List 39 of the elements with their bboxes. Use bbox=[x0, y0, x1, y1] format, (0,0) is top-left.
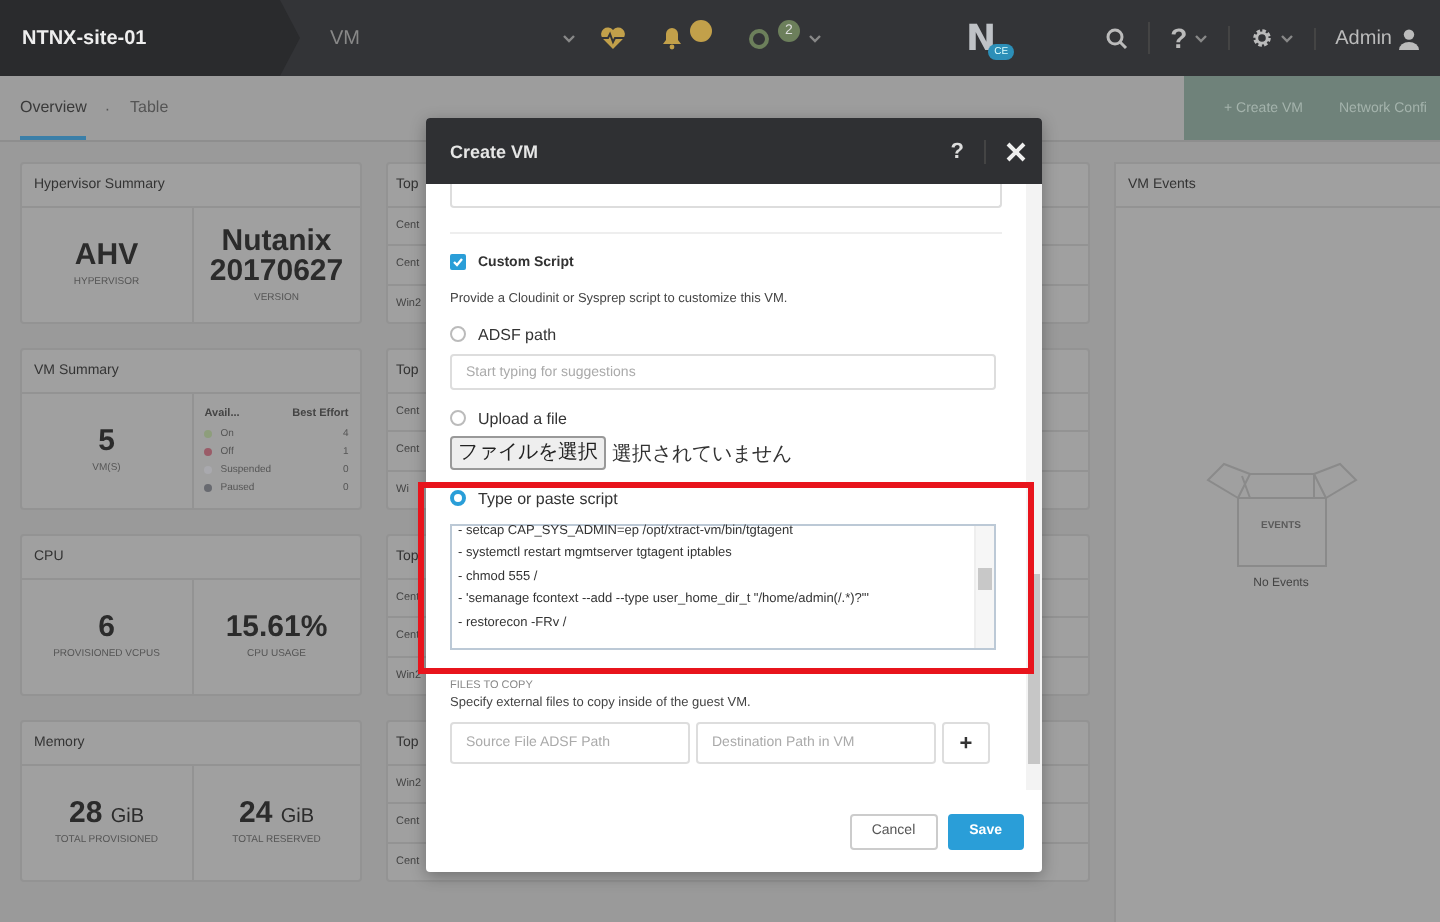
caret-icon bbox=[1279, 33, 1294, 43]
help-menu[interactable]: ? bbox=[1170, 22, 1188, 54]
stat-value: 15.61% bbox=[225, 612, 328, 645]
text-field[interactable] bbox=[450, 184, 1002, 208]
stat-value: Nutanix 20170627 bbox=[207, 225, 346, 288]
stat-value: 28 GiB bbox=[68, 798, 145, 831]
dialog-title: Create VM bbox=[450, 141, 539, 161]
help-button[interactable]: ? bbox=[950, 139, 986, 163]
radio-label[interactable]: Upload a file bbox=[478, 409, 567, 427]
alert-badge bbox=[690, 19, 712, 41]
caret-icon bbox=[562, 33, 576, 43]
ring-icon[interactable] bbox=[748, 27, 770, 49]
user-menu[interactable]: Admin bbox=[1335, 27, 1392, 49]
radio-button[interactable] bbox=[450, 410, 466, 426]
bell-icon[interactable] bbox=[662, 26, 682, 50]
file-status: 選択されていません bbox=[612, 441, 792, 467]
stat-value: AHV bbox=[74, 240, 139, 273]
stat-value: 6 bbox=[98, 612, 115, 645]
radio-button[interactable] bbox=[450, 326, 466, 342]
settings-icon[interactable] bbox=[1249, 26, 1274, 50]
user-icon[interactable] bbox=[1398, 27, 1420, 49]
section-menu[interactable]: VM bbox=[330, 27, 360, 49]
caret-icon bbox=[808, 33, 822, 43]
radio-label[interactable]: Type or paste script bbox=[478, 489, 618, 507]
radio-label[interactable]: ADSF path bbox=[478, 325, 557, 343]
stat-value: 24 GiB bbox=[238, 798, 315, 831]
checkbox[interactable] bbox=[450, 254, 466, 270]
caret-icon bbox=[1193, 33, 1208, 43]
script-field[interactable] bbox=[450, 524, 996, 650]
heart-pulse-icon[interactable] bbox=[600, 26, 626, 50]
add-button[interactable]: + bbox=[942, 722, 990, 764]
close-icon[interactable] bbox=[1006, 141, 1026, 161]
separator-dot: · bbox=[104, 99, 111, 117]
cluster-name[interactable]: NTNX-site-01 bbox=[0, 27, 147, 49]
choose-file-button[interactable]: ファイルを選択 bbox=[450, 436, 606, 470]
scrollbar[interactable] bbox=[974, 526, 994, 648]
view-tab[interactable]: Overview bbox=[20, 76, 87, 140]
search-icon[interactable] bbox=[1106, 27, 1129, 49]
stat-value: 5 bbox=[98, 426, 115, 459]
